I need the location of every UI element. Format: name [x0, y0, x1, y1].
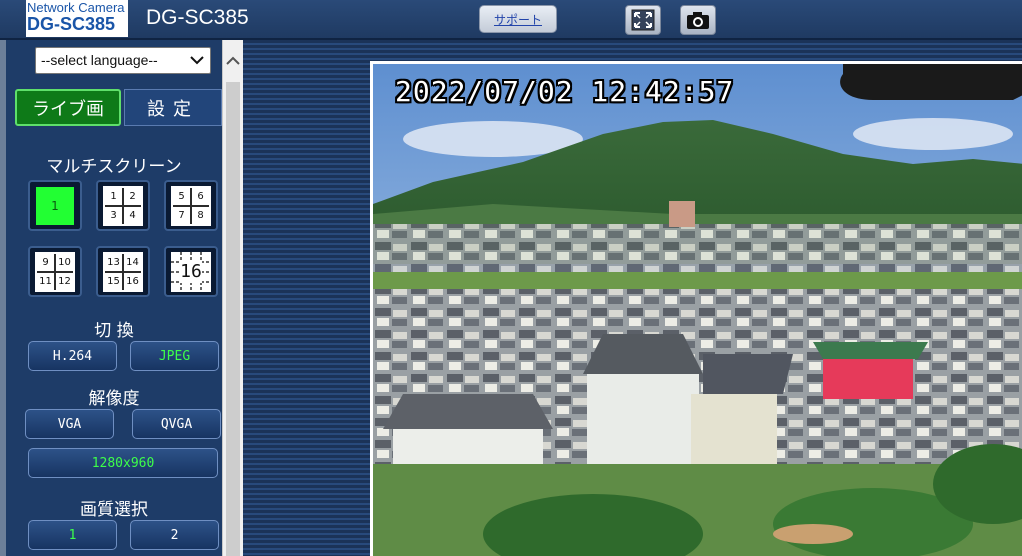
tab-settings[interactable]: 設定 — [124, 89, 222, 126]
quad-grid-icon: 9 10 11 12 — [35, 251, 75, 292]
quad-grid-icon: 13 14 15 16 — [103, 251, 143, 292]
grid-cell: 2 — [124, 187, 141, 205]
grid-cell: 16 — [124, 272, 141, 290]
sixteen-label: 16 — [180, 261, 202, 282]
tab-live[interactable]: ライブ画 — [15, 89, 121, 126]
fullscreen-button[interactable] — [625, 5, 661, 35]
camera-timestamp: 2022/07/02 12:42:57 — [395, 75, 735, 108]
chevron-down-icon — [190, 56, 204, 65]
qvga-button[interactable]: QVGA — [132, 409, 221, 439]
support-button[interactable]: サポート — [479, 5, 557, 33]
panel-scrollbar[interactable] — [222, 40, 243, 556]
camera-live-image[interactable]: 2022/07/02 12:42:57 — [370, 61, 1022, 556]
language-select[interactable]: --select language-- — [35, 47, 211, 74]
grid-cell: 13 — [105, 253, 122, 271]
grid-cell: 11 — [37, 272, 54, 290]
grid-cell: 4 — [124, 206, 141, 224]
grid-cell: 14 — [124, 253, 141, 271]
camera-scene-image — [373, 64, 1022, 556]
grid-cell: 8 — [192, 206, 209, 224]
quality-title: 画質選択 — [80, 500, 148, 520]
multiscreen-1-4-button[interactable]: 1 2 3 4 — [96, 180, 150, 231]
grid-cell: 15 — [105, 272, 122, 290]
panel-edge — [0, 40, 6, 556]
multiscreen-16-button[interactable]: 16 — [164, 246, 218, 297]
quality-1-button[interactable]: 1 — [28, 520, 117, 550]
grid-cell: 12 — [56, 272, 73, 290]
camera-model-title: DG-SC385 — [146, 6, 249, 29]
grid-cell: 7 — [173, 206, 190, 224]
resolution-title: 解像度 — [88, 389, 140, 409]
grid-cell: 6 — [192, 187, 209, 205]
language-select-value: --select language-- — [41, 52, 158, 68]
quad-grid-icon: 5 6 7 8 — [171, 185, 211, 226]
grid-cell: 3 — [105, 206, 122, 224]
grid-cell: 10 — [56, 253, 73, 271]
switch-title: 切 換 — [94, 321, 134, 341]
quality-2-button[interactable]: 2 — [130, 520, 219, 550]
multiscreen-title: マルチスクリーン — [46, 157, 182, 177]
resolution-1280x960-button[interactable]: 1280x960 — [28, 448, 218, 478]
multiscreen-13-16-button[interactable]: 13 14 15 16 — [96, 246, 150, 297]
multiscreen-9-12-button[interactable]: 9 10 11 12 — [28, 246, 82, 297]
fullscreen-icon — [631, 9, 655, 31]
h264-button[interactable]: H.264 — [28, 341, 117, 371]
multiscreen-5-8-button[interactable]: 5 6 7 8 — [164, 180, 218, 231]
grid-cell: 5 — [173, 187, 190, 205]
snapshot-button[interactable] — [680, 5, 716, 35]
vga-button[interactable]: VGA — [25, 409, 114, 439]
logo-line-1: Network Camera — [27, 0, 125, 15]
grid-cell: 1 — [105, 187, 122, 205]
logo-line-2: DG-SC385 — [27, 14, 116, 34]
scroll-up-arrow-icon[interactable] — [226, 56, 240, 66]
multiscreen-1-button[interactable]: 1 — [28, 180, 82, 231]
header-bar: Network Camera DG-SC385 DG-SC385 サポート — [0, 0, 1022, 40]
brand-logo: Network Camera DG-SC385 — [26, 0, 128, 37]
screen-1-tile: 1 — [36, 186, 74, 225]
jpeg-button[interactable]: JPEG — [130, 341, 219, 371]
scrollbar-thumb[interactable] — [226, 82, 240, 556]
grid-cell: 9 — [37, 253, 54, 271]
camera-icon — [687, 12, 709, 29]
quad-grid-icon: 1 2 3 4 — [103, 185, 143, 226]
